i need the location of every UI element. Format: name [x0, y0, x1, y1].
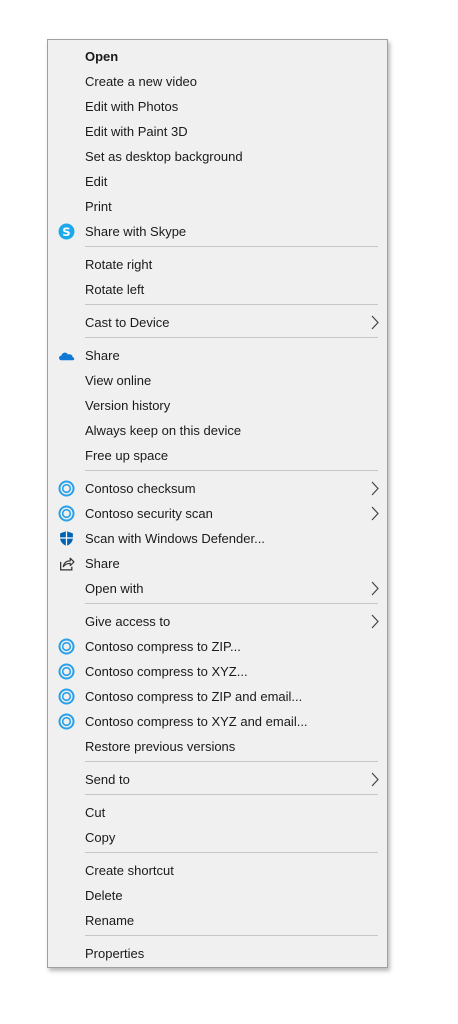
menu-separator	[85, 337, 378, 338]
menu-item-label: View online	[85, 373, 152, 388]
menu-separator	[85, 246, 378, 247]
menu-item-share[interactable]: Share	[49, 551, 386, 576]
menu-item-edit-photos[interactable]: Edit with Photos	[49, 94, 386, 119]
chevron-right-icon	[371, 614, 379, 629]
menu-item-create-shortcut[interactable]: Create shortcut	[49, 858, 386, 883]
contoso-ring-icon	[58, 480, 75, 497]
menu-item-label: Copy	[85, 830, 116, 845]
contoso-ring-icon	[58, 713, 75, 730]
menu-item-label: Edit	[85, 174, 108, 189]
menu-separator	[85, 935, 378, 936]
menu-item-share-skype[interactable]: S Share with Skype	[49, 219, 386, 244]
menu-item-copy[interactable]: Copy	[49, 825, 386, 850]
menu-separator	[85, 852, 378, 853]
menu-item-label: Restore previous versions	[85, 739, 236, 754]
contoso-ring-icon	[58, 663, 75, 680]
chevron-right-icon	[371, 315, 379, 330]
menu-item-cut[interactable]: Cut	[49, 800, 386, 825]
menu-item-label: Edit with Paint 3D	[85, 124, 188, 139]
menu-item-label: Open with	[85, 581, 144, 596]
menu-item-label: Create shortcut	[85, 863, 174, 878]
menu-item-label: Delete	[85, 888, 123, 903]
menu-item-label: Print	[85, 199, 112, 214]
defender-shield-icon	[60, 531, 73, 546]
menu-separator	[85, 470, 378, 471]
menu-item-contoso-checksum[interactable]: Contoso checksum	[49, 476, 386, 501]
menu-item-label: Version history	[85, 398, 171, 413]
menu-item-label: Contoso compress to XYZ...	[85, 664, 248, 679]
menu-item-label: Rotate right	[85, 257, 153, 272]
menu-item-label: Rotate left	[85, 282, 145, 297]
menu-item-label: Set as desktop background	[85, 149, 243, 164]
menu-item-label: Cut	[85, 805, 106, 820]
menu-item-rotate-right[interactable]: Rotate right	[49, 252, 386, 277]
menu-separator	[85, 603, 378, 604]
menu-item-free-up-space[interactable]: Free up space	[49, 443, 386, 468]
menu-item-open[interactable]: Open	[49, 44, 386, 69]
menu-item-set-desktop-background[interactable]: Set as desktop background	[49, 144, 386, 169]
menu-item-label: Properties	[85, 946, 145, 961]
menu-item-label: Send to	[85, 772, 130, 787]
menu-item-contoso-security-scan[interactable]: Contoso security scan	[49, 501, 386, 526]
menu-item-label: Scan with Windows Defender...	[85, 531, 265, 546]
menu-item-scan-defender[interactable]: Scan with Windows Defender...	[49, 526, 386, 551]
menu-item-onedrive-share[interactable]: Share	[49, 343, 386, 368]
menu-item-label: Free up space	[85, 448, 169, 463]
menu-item-label: Contoso compress to XYZ and email...	[85, 714, 308, 729]
svg-text:S: S	[62, 225, 70, 239]
menu-item-compress-zip-email[interactable]: Contoso compress to ZIP and email...	[49, 684, 386, 709]
context-menu: Open Create a new video Edit with Photos…	[47, 39, 388, 968]
menu-item-label: Edit with Photos	[85, 99, 179, 114]
menu-separator	[85, 794, 378, 795]
menu-separator	[85, 761, 378, 762]
menu-item-label: Give access to	[85, 614, 171, 629]
menu-item-compress-xyz[interactable]: Contoso compress to XYZ...	[49, 659, 386, 684]
chevron-right-icon	[371, 506, 379, 521]
menu-item-rotate-left[interactable]: Rotate left	[49, 277, 386, 302]
chevron-right-icon	[371, 772, 379, 787]
menu-item-rename[interactable]: Rename	[49, 908, 386, 933]
menu-item-label: Contoso security scan	[85, 506, 213, 521]
menu-item-label: Always keep on this device	[85, 423, 242, 438]
share-arrow-icon	[60, 557, 75, 571]
menu-item-create-video[interactable]: Create a new video	[49, 69, 386, 94]
menu-separator	[85, 304, 378, 305]
onedrive-cloud-icon	[59, 352, 75, 361]
menu-item-label: Share	[85, 348, 120, 363]
chevron-right-icon	[371, 581, 379, 596]
contoso-ring-icon	[58, 638, 75, 655]
menu-item-version-history[interactable]: Version history	[49, 393, 386, 418]
menu-item-label: Contoso compress to ZIP...	[85, 639, 241, 654]
menu-item-label: Contoso compress to ZIP and email...	[85, 689, 303, 704]
menu-item-edit[interactable]: Edit	[49, 169, 386, 194]
menu-item-view-online[interactable]: View online	[49, 368, 386, 393]
menu-item-give-access[interactable]: Give access to	[49, 609, 386, 634]
menu-item-label: Rename	[85, 913, 135, 928]
menu-item-label: Cast to Device	[85, 315, 170, 330]
menu-item-label: Create a new video	[85, 74, 198, 89]
menu-item-cast-to-device[interactable]: Cast to Device	[49, 310, 386, 335]
menu-item-label: Open	[85, 49, 119, 64]
menu-item-edit-paint3d[interactable]: Edit with Paint 3D	[49, 119, 386, 144]
contoso-ring-icon	[58, 505, 75, 522]
menu-item-properties[interactable]: Properties	[49, 941, 386, 966]
chevron-right-icon	[371, 481, 379, 496]
menu-item-label: Share	[85, 556, 120, 571]
menu-item-open-with[interactable]: Open with	[49, 576, 386, 601]
menu-item-restore-previous-versions[interactable]: Restore previous versions	[49, 734, 386, 759]
menu-item-always-keep[interactable]: Always keep on this device	[49, 418, 386, 443]
menu-item-label: Contoso checksum	[85, 481, 196, 496]
skype-icon: S	[58, 223, 75, 240]
contoso-ring-icon	[58, 688, 75, 705]
menu-item-delete[interactable]: Delete	[49, 883, 386, 908]
menu-item-compress-xyz-email[interactable]: Contoso compress to XYZ and email...	[49, 709, 386, 734]
menu-item-print[interactable]: Print	[49, 194, 386, 219]
menu-item-compress-zip[interactable]: Contoso compress to ZIP...	[49, 634, 386, 659]
menu-item-label: Share with Skype	[85, 224, 187, 239]
menu-item-send-to[interactable]: Send to	[49, 767, 386, 792]
